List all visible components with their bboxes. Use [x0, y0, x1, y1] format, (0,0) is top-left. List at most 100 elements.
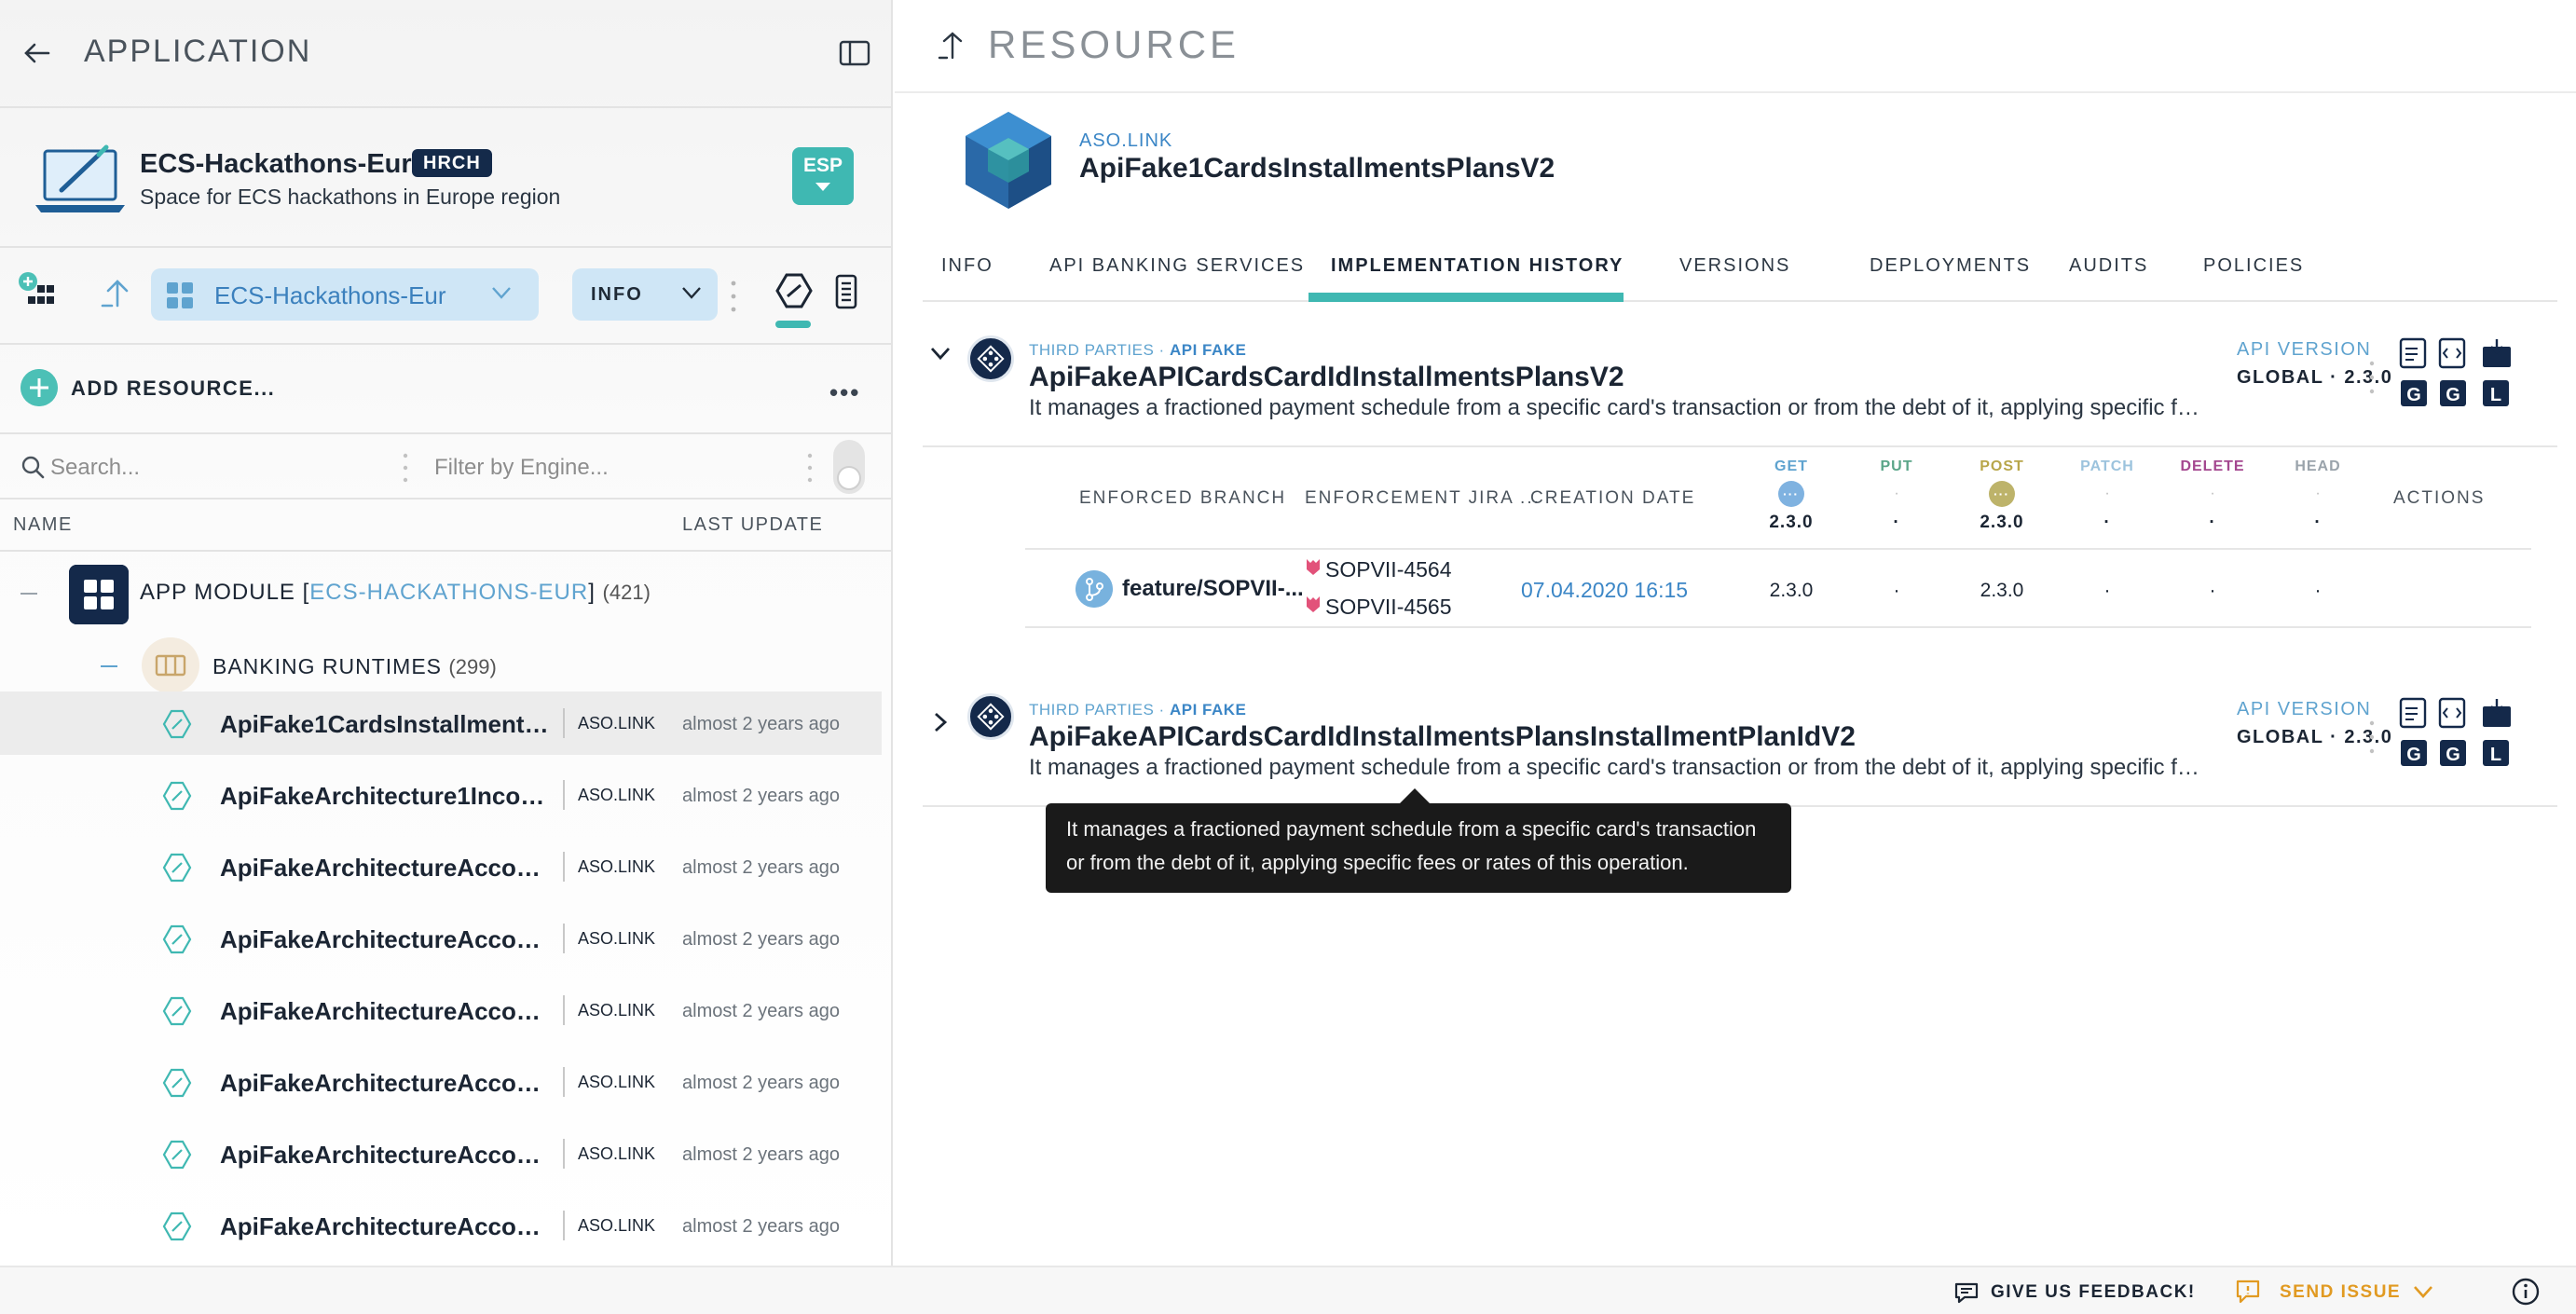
- engine-filter-input[interactable]: [434, 447, 788, 488]
- chevron-down-icon: [682, 287, 701, 299]
- banking-runtimes-row[interactable]: BANKING RUNTIMES (299): [0, 636, 893, 695]
- go-up-icon[interactable]: [101, 278, 134, 308]
- engine-logo-icon: [967, 335, 1014, 382]
- method-name: PATCH: [2080, 459, 2134, 474]
- go-up-icon[interactable]: [938, 30, 966, 60]
- list-item[interactable]: ApiFakeArchitectureAccoun... ASO.LINK almo…: [0, 1194, 882, 1257]
- add-resource-button[interactable]: ADD RESOURCE...: [71, 376, 275, 401]
- implementation-tag: THIRD PARTIES · API FAKE: [1029, 701, 1246, 719]
- tag-strong: API FAKE: [1169, 701, 1247, 719]
- engine-logo-icon: [967, 693, 1014, 740]
- svg-text:G: G: [2446, 745, 2460, 765]
- implementation-name[interactable]: ApiFakeAPICardsCardIdInstallmentsPlansIn…: [1029, 721, 1856, 753]
- list-item[interactable]: ApiFakeArchitectureAccoun... ASO.LINK almo…: [0, 907, 882, 970]
- add-circle-icon[interactable]: [21, 369, 58, 406]
- resource-hexagon-icon: [162, 781, 192, 811]
- list-item[interactable]: ApiFakeArchitectureAccoun... ASO.LINK almo…: [0, 979, 882, 1042]
- sidebar-toggle-icon[interactable]: [839, 39, 870, 67]
- chevron-right-icon[interactable]: [928, 710, 952, 734]
- header-creation-date: CREATION DATE: [1530, 488, 1696, 508]
- method-dot-icon: ···: [1989, 481, 2015, 507]
- list-item[interactable]: ApiFakeArchitecture1Incom... ASO.LINK almo…: [0, 763, 882, 827]
- column-name[interactable]: NAME: [13, 514, 73, 536]
- tab-versions[interactable]: VERSIONS: [1679, 255, 1790, 277]
- chevron-down-icon[interactable]: [928, 341, 952, 365]
- row-version-get: 2.3.0: [1769, 580, 1814, 601]
- row-version-delete: ·: [2209, 580, 2216, 601]
- search-icon: [21, 456, 45, 479]
- search-input[interactable]: [50, 447, 386, 488]
- method-name: PUT: [1880, 459, 1913, 474]
- tab-implementation-history[interactable]: IMPLEMENTATION HISTORY: [1331, 255, 1624, 277]
- method-dot-icon: ·: [1894, 486, 1899, 501]
- document-actions-icon[interactable]: G G L: [2397, 697, 2537, 772]
- resource-hexagon-icon[interactable]: [775, 272, 813, 309]
- jira-ticket[interactable]: SOPVII-4565: [1325, 595, 1452, 620]
- feedback-button[interactable]: GIVE US FEEDBACK!: [1991, 1282, 2196, 1303]
- resource-header: RESOURCE: [895, 0, 2576, 93]
- separator: [563, 852, 565, 882]
- more-options-button[interactable]: •••: [829, 378, 860, 407]
- scope-dropdown[interactable]: ECS-Hackathons-Eur: [151, 268, 539, 321]
- tab-info[interactable]: INFO: [941, 255, 993, 277]
- resource-tag: ASO.LINK: [578, 786, 656, 804]
- list-item[interactable]: ApiFake1CardsInstallments... ASO.LINK almo…: [0, 691, 882, 755]
- document-actions-icon[interactable]: G G L: [2397, 337, 2537, 412]
- branch-name[interactable]: feature/SOPVII-...: [1122, 576, 1304, 602]
- separator: [563, 708, 565, 738]
- description-tooltip: It manages a fractioned payment schedule…: [1046, 803, 1791, 893]
- method-name: DELETE: [2180, 459, 2245, 474]
- back-arrow-icon[interactable]: [21, 37, 52, 69]
- app-module-row[interactable]: APP MODULE [ECS-HACKATHONS-EUR] (421): [0, 552, 893, 636]
- svg-text:G: G: [2446, 385, 2460, 405]
- app-name: ECS-Hackathons-Eur: [140, 149, 412, 179]
- search-row: [0, 434, 893, 500]
- list-item[interactable]: ApiFakeArchitectureAccoun... ASO.LINK almo…: [0, 1050, 882, 1114]
- view-dropdown[interactable]: INFO: [572, 268, 718, 321]
- caret-down-icon: [815, 183, 830, 191]
- app-description: Space for ECS hackathons in Europe regio…: [140, 185, 561, 209]
- region-dropdown[interactable]: ESP: [792, 147, 854, 205]
- resource-last-update: almost 2 years ago: [682, 857, 840, 878]
- send-issue-button[interactable]: SEND ISSUE: [2280, 1282, 2401, 1303]
- tab-deployments[interactable]: DEPLOYMENTS: [1870, 255, 2031, 277]
- list-item[interactable]: ApiFakeArchitectureAccou... ASO.LINK almos…: [0, 835, 882, 898]
- column-last-update[interactable]: LAST UPDATE: [682, 514, 823, 536]
- resource-last-update: almost 2 years ago: [682, 1144, 840, 1165]
- info-icon[interactable]: [2511, 1277, 2541, 1307]
- tab-api-banking-services[interactable]: API BANKING SERVICES: [1049, 255, 1305, 277]
- tab-audits[interactable]: AUDITS: [2069, 255, 2148, 277]
- jira-ticket[interactable]: SOPVII-4564: [1325, 557, 1452, 582]
- panel-title: RESOURCE: [988, 22, 1240, 66]
- implementation-name[interactable]: ApiFakeAPICardsCardIdInstallmentsPlansV2: [1029, 362, 1624, 393]
- module-link[interactable]: ECS-HACKATHONS-EUR: [309, 580, 588, 605]
- separator: [563, 1211, 565, 1240]
- list-item[interactable]: ApiFakeArchitectureAccou... ASO.LINK almos…: [0, 1122, 882, 1185]
- laptop-icon: [35, 144, 125, 212]
- resource-last-update: almost 2 years ago: [682, 1001, 840, 1021]
- implementation-description[interactable]: It manages a fractioned payment schedule…: [1029, 755, 2205, 781]
- resource-last-update: almost 2 years ago: [682, 714, 840, 734]
- resource-name: ApiFakeArchitectureAccou...: [220, 1141, 550, 1169]
- region-label: ESP: [802, 155, 843, 176]
- chevron-down-icon[interactable]: [2412, 1282, 2434, 1301]
- creation-date-link[interactable]: 07.04.2020 16:15: [1521, 578, 1688, 603]
- implementation-card: THIRD PARTIES · API FAKE ApiFakeAPICards…: [923, 662, 2557, 807]
- tag-prefix: THIRD PARTIES ·: [1029, 341, 1170, 359]
- method-name: HEAD: [2295, 459, 2341, 474]
- app-module-label: APP MODULE [ECS-HACKATHONS-EUR] (421): [140, 580, 651, 606]
- collapse-icon[interactable]: [101, 665, 117, 667]
- filter-toggle[interactable]: [833, 440, 865, 494]
- svg-text:G: G: [2406, 385, 2421, 405]
- active-view-indicator: [775, 321, 811, 328]
- add-resource-row: ADD RESOURCE... •••: [0, 345, 893, 434]
- add-module-grid-icon[interactable]: [15, 270, 58, 313]
- device-icon[interactable]: [835, 274, 857, 309]
- resource-tag: ASO.LINK: [578, 1001, 656, 1020]
- tab-policies[interactable]: POLICIES: [2203, 255, 2304, 277]
- method-name: POST: [1980, 459, 2024, 474]
- header-enforcement-jira: ENFORCEMENT JIRA ...: [1305, 488, 1541, 508]
- runtime-count: (299): [448, 655, 497, 678]
- collapse-icon[interactable]: [21, 593, 37, 595]
- jira-ticket-icon: [1307, 559, 1320, 575]
